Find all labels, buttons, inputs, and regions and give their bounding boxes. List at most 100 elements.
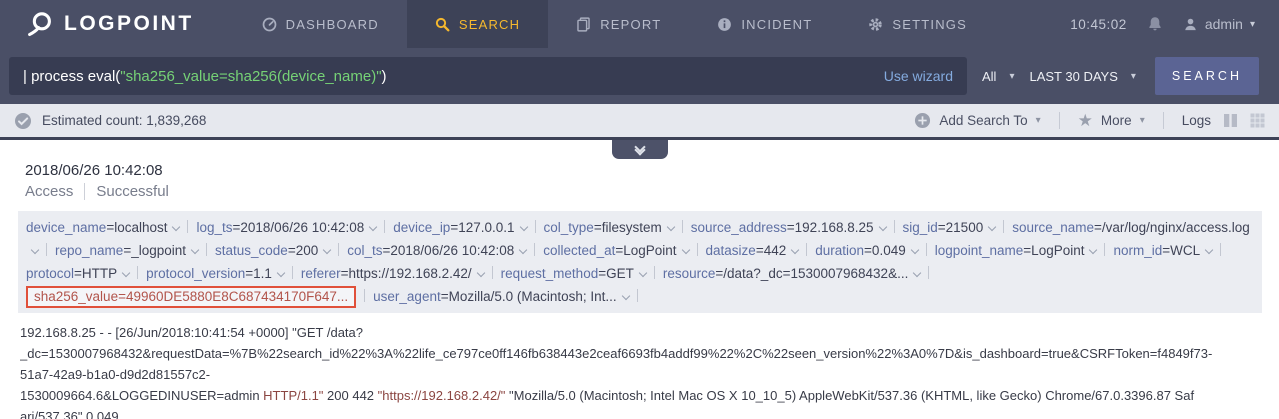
field-separator: [928, 266, 929, 279]
time-range-dropdown[interactable]: LAST 30 DAYS ▾: [1029, 69, 1135, 84]
add-search-to-button[interactable]: Add Search To ▾: [914, 112, 1040, 129]
field-user_agent[interactable]: user_agent=Mozilla/5.0 (Macintosh; Int..…: [373, 289, 629, 304]
field-device_name[interactable]: device_name=localhost: [26, 220, 179, 235]
field-value: =0.049: [864, 243, 906, 258]
field-value: =2018/06/26 10:42:08: [383, 243, 515, 258]
field-key: sig_id: [903, 220, 938, 235]
field-separator: [806, 243, 807, 256]
chevron-down-icon[interactable]: [1089, 246, 1097, 254]
chevron-down-icon[interactable]: [369, 223, 377, 231]
field-separator: [492, 266, 493, 279]
chevron-down-icon[interactable]: [277, 269, 285, 277]
chevron-down-icon[interactable]: [910, 246, 918, 254]
chevron-down-icon[interactable]: [191, 246, 199, 254]
field-col_ts[interactable]: col_ts=2018/06/26 10:42:08: [347, 243, 526, 258]
repo-scope-dropdown[interactable]: All ▾: [982, 69, 1014, 84]
field-key: protocol_version: [146, 266, 245, 281]
chevron-down-icon[interactable]: [519, 223, 527, 231]
estimated-count: Estimated count: 1,839,268: [42, 113, 206, 128]
field-separator: [1104, 243, 1105, 256]
logs-label: Logs: [1182, 113, 1211, 128]
log-classification: Access Successful: [25, 182, 1262, 201]
field-protocol_version[interactable]: protocol_version=1.1: [146, 266, 284, 281]
chevron-down-icon[interactable]: [621, 292, 629, 300]
main-nav-tabs: DASHBOARD SEARCH REPORTINCIDENTSETTINGS: [234, 0, 995, 48]
notification-bell-icon[interactable]: [1147, 16, 1163, 32]
field-protocol[interactable]: protocol=HTTP: [26, 266, 129, 281]
chevron-down-icon[interactable]: [323, 246, 331, 254]
field-logpoint_name[interactable]: logpoint_name=LogPoint: [935, 243, 1097, 258]
chevron-down-icon[interactable]: [639, 269, 647, 277]
field-repo_name[interactable]: repo_name=_logpoint: [55, 243, 198, 258]
field-resource[interactable]: resource=/data?_dc=1530007968432&...: [663, 266, 920, 281]
raw-log-line: 1530009664.6&LOGGEDINUSER=admin HTTP/1.1…: [20, 385, 1262, 406]
field-separator: [1220, 243, 1221, 256]
chevron-down-icon[interactable]: [519, 246, 527, 254]
nav-item-label: SEARCH: [459, 17, 520, 32]
chevron-down-icon[interactable]: [1205, 246, 1213, 254]
search-icon: [435, 17, 450, 32]
field-norm_id[interactable]: norm_id=WCL: [1113, 243, 1212, 258]
chevron-down-icon[interactable]: [172, 223, 180, 231]
column-view-toggle-icon[interactable]: [1223, 113, 1238, 128]
chevron-down-icon[interactable]: [681, 246, 689, 254]
field-duration[interactable]: duration=0.049: [815, 243, 917, 258]
field-value: =_logpoint: [123, 243, 186, 258]
chevron-down-icon[interactable]: [913, 269, 921, 277]
field-sha256_value[interactable]: sha256_value=49960DE5880E8C687434170F647…: [26, 286, 356, 308]
more-button[interactable]: ★ More ▾: [1078, 112, 1145, 129]
nav-item-report[interactable]: REPORT: [548, 0, 689, 48]
field-value: =200: [288, 243, 318, 258]
use-wizard-link[interactable]: Use wizard: [884, 68, 953, 84]
field-status_code[interactable]: status_code=200: [215, 243, 330, 258]
status-actions: Add Search To ▾ ★ More ▾ Logs: [914, 112, 1265, 129]
field-device_ip[interactable]: device_ip=127.0.0.1: [393, 220, 526, 235]
field-request_method[interactable]: request_method=GET: [501, 266, 646, 281]
field-separator: [926, 243, 927, 256]
chevron-down-icon[interactable]: [878, 223, 886, 231]
field-separator: [206, 243, 207, 256]
chevron-down-icon[interactable]: [122, 269, 130, 277]
status-bar: Estimated count: 1,839,268 Add Search To…: [0, 104, 1279, 140]
field-collected_at[interactable]: collected_at=LogPoint: [543, 243, 688, 258]
logpoint-brand[interactable]: LOGPOINT: [0, 0, 234, 48]
field-col_type[interactable]: col_type=filesystem: [544, 220, 674, 235]
raw-log-line: ari/537.36" 0.049: [20, 406, 1262, 419]
search-button[interactable]: SEARCH: [1155, 57, 1259, 95]
grid-view-toggle-icon[interactable]: [1250, 113, 1265, 128]
field-value: =Mozilla/5.0 (Macintosh; Int...: [441, 289, 617, 304]
field-key: source_address: [691, 220, 787, 235]
raw-log-line: 51a7-42a9-b1a0-d9d2d81557c2-: [20, 364, 1262, 385]
nav-item-dashboard[interactable]: DASHBOARD: [234, 0, 407, 48]
collapse-panel-button[interactable]: [612, 140, 668, 159]
nav-item-settings[interactable]: SETTINGS: [840, 0, 995, 48]
chevron-down-icon[interactable]: [791, 246, 799, 254]
field-source_address[interactable]: source_address=192.168.8.25: [691, 220, 886, 235]
report-icon: [576, 17, 591, 32]
divider: [84, 183, 85, 200]
field-referer[interactable]: referer=https://192.168.2.42/: [301, 266, 484, 281]
field-separator: [637, 289, 638, 302]
chevron-down-icon[interactable]: [988, 223, 996, 231]
nav-right: 10:45:02 admin ▾: [1070, 0, 1279, 48]
chevron-down-icon[interactable]: [476, 269, 484, 277]
nav-item-incident[interactable]: INCIDENT: [689, 0, 840, 48]
field-separator: [292, 266, 293, 279]
star-icon: ★: [1078, 112, 1093, 129]
field-separator: [654, 266, 655, 279]
dashboard-icon: [262, 17, 277, 32]
field-key: col_ts: [347, 243, 382, 258]
field-value: =https://192.168.2.42/: [341, 266, 472, 281]
search-query-input[interactable]: | process eval("sha256_value=sha256(devi…: [9, 57, 967, 95]
divider: [1163, 112, 1164, 129]
chevron-down-icon[interactable]: [31, 246, 39, 254]
chevron-down-icon[interactable]: [666, 223, 674, 231]
field-key: resource: [663, 266, 716, 281]
field-log_ts[interactable]: log_ts=2018/06/26 10:42:08: [196, 220, 376, 235]
user-menu[interactable]: admin ▾: [1183, 16, 1255, 32]
nav-item-search[interactable]: SEARCH: [407, 0, 548, 48]
field-datasize[interactable]: datasize=442: [706, 243, 799, 258]
field-sig_id[interactable]: sig_id=21500: [903, 220, 996, 235]
field-separator: [187, 220, 188, 233]
nav-item-label: DASHBOARD: [286, 17, 379, 32]
